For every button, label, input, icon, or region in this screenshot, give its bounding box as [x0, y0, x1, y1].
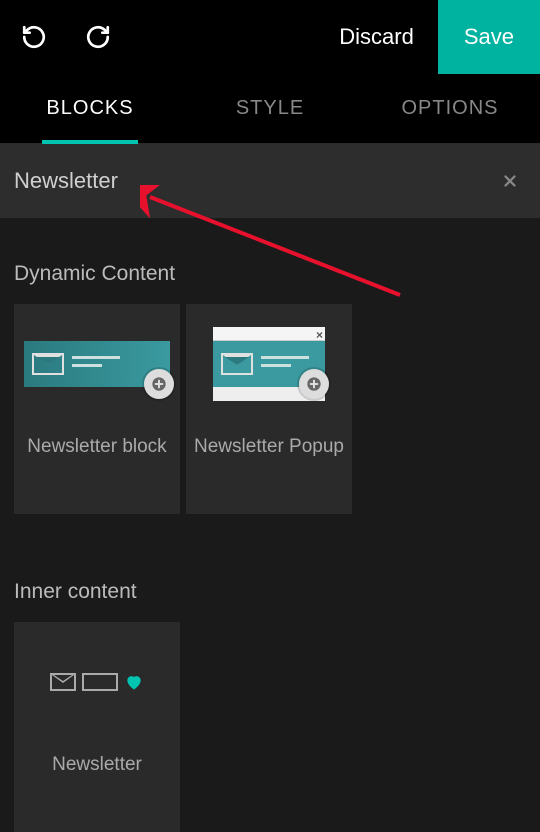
block-newsletter-block[interactable]: Newsletter block	[14, 304, 180, 514]
search-bar: Newsletter	[0, 144, 540, 218]
envelope-icon	[50, 673, 76, 691]
redo-button[interactable]	[80, 19, 116, 55]
envelope-icon	[32, 353, 64, 375]
block-thumb	[14, 304, 180, 424]
newsletter-block-preview	[24, 341, 170, 387]
newsletter-inner-preview	[50, 672, 144, 692]
blocks-row: Newsletter block × Newslette	[14, 304, 526, 514]
discard-button[interactable]: Discard	[315, 0, 438, 74]
close-icon	[501, 172, 519, 190]
newsletter-popup-preview: ×	[213, 327, 325, 401]
input-icon	[82, 673, 118, 691]
text-lines-icon	[261, 356, 309, 372]
search-input[interactable]: Newsletter	[14, 168, 498, 194]
section-title: Inner content	[14, 580, 526, 604]
block-newsletter-inner[interactable]: Newsletter	[14, 622, 180, 832]
tab-blocks[interactable]: BLOCKS	[0, 74, 180, 143]
add-badge	[144, 369, 174, 399]
tab-options[interactable]: OPTIONS	[360, 74, 540, 143]
section-dynamic-content: Dynamic Content Newsletter block ×	[0, 218, 540, 514]
undo-icon	[21, 24, 47, 50]
heart-icon	[124, 672, 144, 692]
undo-button[interactable]	[16, 19, 52, 55]
popup-close-icon: ×	[316, 328, 323, 342]
blocks-row: Newsletter	[14, 622, 526, 832]
popup-titlebar: ×	[213, 327, 325, 341]
popup-body	[213, 341, 325, 387]
redo-icon	[85, 24, 111, 50]
panel-tabs: BLOCKS STYLE OPTIONS	[0, 74, 540, 144]
section-title: Dynamic Content	[14, 262, 526, 286]
save-button[interactable]: Save	[438, 0, 540, 74]
plus-icon	[151, 376, 167, 392]
text-lines-icon	[72, 356, 120, 372]
block-label: Newsletter	[44, 752, 150, 832]
tab-style[interactable]: STYLE	[180, 74, 360, 143]
block-label: Newsletter block	[19, 434, 174, 514]
history-controls	[10, 19, 116, 55]
block-newsletter-popup[interactable]: × Newsletter Popup	[186, 304, 352, 514]
block-thumb	[14, 622, 180, 742]
add-badge	[299, 369, 329, 399]
envelope-icon	[221, 353, 253, 375]
top-toolbar: Discard Save	[0, 0, 540, 74]
section-inner-content: Inner content Newsletter	[0, 514, 540, 832]
clear-search-button[interactable]	[498, 169, 522, 193]
block-thumb: ×	[186, 304, 352, 424]
block-label: Newsletter Popup	[186, 434, 352, 514]
plus-icon	[306, 376, 322, 392]
